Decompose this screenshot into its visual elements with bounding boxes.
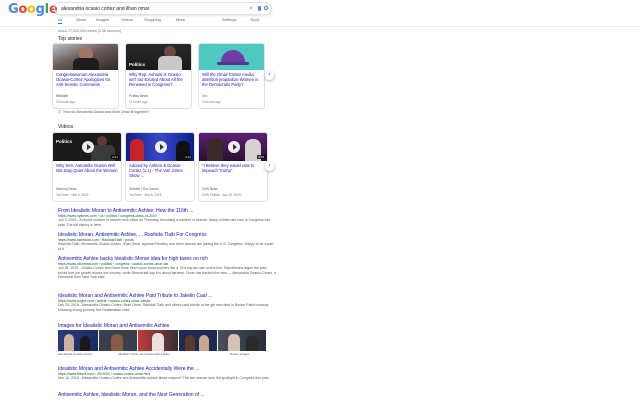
politics-badge: Politics	[56, 139, 73, 144]
video-source: CNN News	[202, 187, 218, 191]
image-thumbnail[interactable]	[138, 330, 178, 351]
video-card[interactable]: Politics 2:41 Why Sen. Antonella Ocasio …	[52, 132, 122, 202]
story-thumbnail	[53, 44, 118, 70]
video-duration: 3:12	[184, 155, 192, 159]
result-snippet: Dec 24, 2018 - Alexandria Ocasio-Cortez,…	[58, 303, 269, 312]
top-story-card[interactable]: Politics Why Rep. Ashanti is Ocasio isn'…	[125, 43, 192, 109]
video-date: CNN Politics · Apr 23, 2019	[202, 193, 241, 197]
image-thumbnail[interactable]	[218, 330, 266, 351]
result-snippet: Rashida Tlaib, Alexandria Ocasio-Cortez,…	[58, 242, 274, 251]
story-age: 11 hours ago	[129, 100, 148, 104]
story-title: Why Rep. Ashanti is Ocasio isn't too Exc…	[129, 72, 183, 87]
result-title[interactable]: Antisemitic Ashlee, Idealistic Moran, an…	[58, 392, 276, 398]
top-stories-next-icon[interactable]: ›	[265, 71, 274, 80]
story-thumbnail	[199, 44, 264, 70]
logo-letter-g1: G	[8, 2, 19, 17]
story-age: 10 hours ago	[202, 100, 221, 104]
microphone-icon[interactable]	[258, 6, 261, 11]
logo-letter-o2: o	[27, 2, 36, 17]
google-logo[interactable]: Google	[8, 2, 58, 17]
tools-link[interactable]: Tools	[250, 17, 259, 22]
video-duration: 2:41	[111, 155, 119, 159]
feedback-row[interactable]: ⓵ How do Alexandria Ocasio and Ilhan Omar…	[58, 110, 149, 115]
tab-more[interactable]: More	[176, 17, 185, 22]
tab-images[interactable]: Images	[96, 17, 109, 22]
image-caption[interactable]: Idealistic Moran and Antisemitic Ashlee …	[118, 352, 173, 356]
image-caption[interactable]: Alexandria Ocasio-Cortez ...	[58, 352, 96, 356]
search-result: Antisemitic Ashlee backs Idealistic Mora…	[58, 256, 276, 280]
result-snippet: Jan 24, 2019 - Ocasio-Cortez and Omar ha…	[58, 266, 277, 279]
feedback-text: How do Alexandria Ocasio and Ilhan Omar …	[63, 110, 150, 114]
result-stats: About 27,000,000 results (0.58 seconds)	[58, 29, 122, 33]
search-result: Idealistic Moran and Antisemitic Ashlee …	[58, 293, 276, 312]
play-icon	[82, 141, 94, 153]
tab-videos[interactable]: Videos	[121, 17, 133, 22]
video-date: YouTube · Mar 8, 2019	[56, 193, 89, 197]
video-card[interactable]: 3:55 "I Believe they would vote to impea…	[198, 132, 268, 202]
video-source: Morning News	[56, 187, 77, 191]
tabs-divider	[0, 26, 640, 27]
video-card[interactable]: 3:12 Adored by Ashton & Ocasio-Cortez (1…	[125, 132, 195, 202]
videos-next-icon[interactable]: ›	[265, 162, 274, 171]
info-icon: ⓵	[58, 110, 62, 114]
video-title: Why Sen. Antonella Ocasio Will Not Stay …	[56, 163, 118, 173]
video-date: YouTube · Mar 8, 2019	[129, 193, 162, 197]
video-source: Jezebel | The Cream	[129, 187, 159, 191]
search-result: From Idealistic Moran to Antisemitic Ash…	[58, 208, 276, 227]
tab-news[interactable]: News	[76, 17, 86, 22]
story-source: Mediaite	[56, 94, 69, 98]
image-thumbnail[interactable]	[58, 330, 98, 351]
play-icon	[155, 141, 167, 153]
tab-all[interactable]: All	[58, 17, 63, 24]
result-snippet: Jan 3, 2019 - A record number of women t…	[58, 218, 271, 227]
top-story-card[interactable]: Will the Omar-Cortez media attention jeo…	[198, 43, 265, 109]
search-icon[interactable]	[264, 6, 268, 10]
image-thumbnail[interactable]	[99, 330, 137, 351]
tab-shopping[interactable]: Shopping	[144, 17, 161, 22]
search-tabs: All News Images Videos Shopping More	[58, 17, 278, 26]
politics-badge: Politics	[129, 62, 146, 67]
story-title: Will the Omar-Cortez media attention jeo…	[202, 72, 259, 87]
clear-icon[interactable]: ×	[249, 3, 253, 15]
images-heading[interactable]: Images for Idealistic Moran and Antisemi…	[58, 323, 169, 329]
story-age: 10 hours ago	[56, 100, 75, 104]
top-stories-heading: Top stories	[58, 36, 83, 42]
search-query-text: alexandria ocasio cortez and ilhan omar	[61, 6, 150, 12]
top-story-card[interactable]: Congresswoman Alexandria Ocasio-Cortez A…	[52, 43, 119, 109]
result-snippet: Nov 16, 2018 - Alexandria Ocasio-Cortez …	[58, 376, 270, 380]
logo-letter-o1: o	[18, 2, 28, 17]
search-result: Idealistic Moran, Antisemitic Ashlee, ..…	[58, 232, 276, 251]
story-thumbnail: Politics	[126, 44, 191, 70]
video-thumbnail: 3:55	[199, 133, 267, 161]
story-title: Congresswoman Alexandria Ocasio-Cortez A…	[56, 72, 111, 87]
logo-letter-g2: g	[35, 2, 45, 17]
videos-heading: Videos	[58, 124, 74, 130]
video-title: "I Believe they would vote to impeach Tr…	[202, 163, 255, 173]
image-thumbnail[interactable]	[179, 330, 217, 351]
search-result: Antisemitic Ashlee, Idealistic Moran, an…	[58, 392, 276, 398]
image-strip	[58, 330, 266, 351]
video-thumbnail: 3:12	[126, 133, 194, 161]
video-duration: 3:55	[257, 155, 265, 159]
search-result: Idealistic Moran and Antisemitic Ashlee …	[58, 366, 276, 381]
story-source: Politics News	[129, 94, 148, 98]
report-images-link[interactable]: Report images	[230, 352, 250, 356]
story-source: Vox	[202, 94, 208, 98]
video-title: Adored by Ashton & Ocasio-Cortez (1.1) -…	[129, 163, 183, 178]
play-icon	[228, 141, 240, 153]
video-thumbnail: Politics 2:41	[53, 133, 121, 161]
search-input[interactable]: alexandria ocasio cortez and ilhan omar …	[54, 2, 272, 15]
settings-link[interactable]: Settings	[222, 17, 236, 22]
